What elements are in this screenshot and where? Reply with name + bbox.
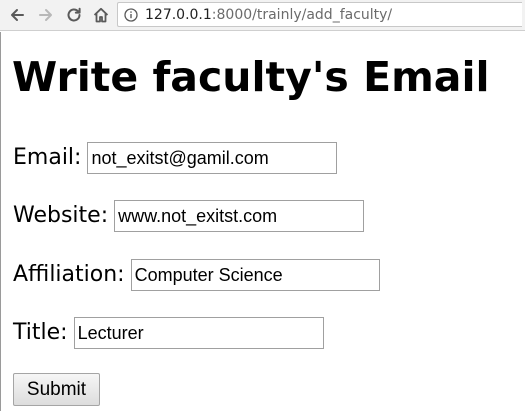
- email-row: Email:: [13, 142, 338, 174]
- title-label: Title:: [13, 320, 68, 345]
- submit-button[interactable]: Submit: [13, 373, 100, 406]
- address-bar[interactable]: 127.0.0.1:8000/trainly/add_faculty/: [117, 2, 522, 27]
- home-icon: [93, 7, 109, 23]
- url-host: 127.0.0.1: [145, 6, 212, 23]
- affiliation-row: Affiliation:: [13, 259, 380, 291]
- title-row: Title:: [13, 317, 324, 349]
- home-button[interactable]: [88, 2, 114, 28]
- page-content: Write faculty's Email Email: Website: Af…: [0, 32, 525, 411]
- reload-button[interactable]: [61, 2, 87, 28]
- url-text: 127.0.0.1:8000/trainly/add_faculty/: [145, 7, 392, 23]
- affiliation-input[interactable]: [130, 259, 380, 291]
- website-input[interactable]: [114, 200, 365, 232]
- url-path: :8000/trainly/add_faculty/: [211, 6, 393, 23]
- website-row: Website:: [13, 200, 365, 232]
- reload-icon: [67, 7, 81, 22]
- forward-button[interactable]: [33, 2, 59, 28]
- email-input[interactable]: [87, 142, 338, 174]
- affiliation-label: Affiliation:: [13, 262, 125, 287]
- title-input[interactable]: [73, 317, 324, 349]
- forward-arrow-icon: [39, 9, 52, 21]
- page-title: Write faculty's Email: [12, 53, 490, 101]
- browser-window: 127.0.0.1:8000/trainly/add_faculty/ Writ…: [0, 0, 525, 411]
- website-label: Website:: [13, 203, 109, 228]
- info-icon[interactable]: [124, 7, 138, 22]
- back-button[interactable]: [4, 2, 30, 28]
- email-label: Email:: [13, 145, 82, 170]
- back-arrow-icon: [11, 9, 24, 21]
- browser-toolbar: 127.0.0.1:8000/trainly/add_faculty/: [0, 0, 525, 31]
